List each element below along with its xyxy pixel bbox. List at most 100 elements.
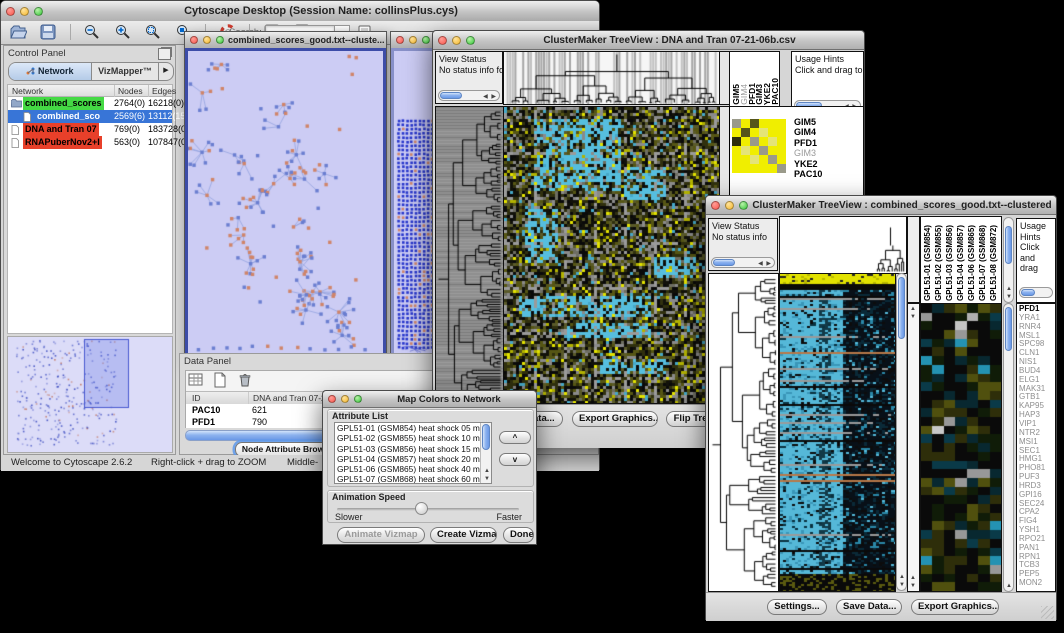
zoom-window-icon[interactable]: [739, 201, 748, 210]
close-icon[interactable]: [396, 36, 404, 44]
speed-slider-thumb[interactable]: [415, 502, 428, 515]
zoom-window-icon[interactable]: [216, 36, 224, 44]
vscroll-down[interactable]: ▲: [1006, 583, 1013, 589]
vscroll-up[interactable]: ▲: [484, 468, 491, 474]
close-icon[interactable]: [438, 36, 447, 45]
attribute-item[interactable]: GPL51-03 (GSM856) heat shock 15 min: [335, 444, 491, 454]
zoom-in-icon[interactable]: [114, 23, 132, 41]
float-panel-icon[interactable]: [158, 48, 171, 60]
tv1-global-heatmap[interactable]: [503, 106, 720, 404]
move-down-button[interactable]: v: [499, 453, 531, 466]
tv1-row-dendrogram[interactable]: [435, 106, 504, 404]
matrix-cell: [777, 137, 786, 146]
vscroll-thumb[interactable]: [1005, 307, 1012, 351]
tv1-zoom-heatmap[interactable]: [732, 119, 786, 173]
minimize-icon[interactable]: [452, 36, 461, 45]
zoom-out-icon[interactable]: [83, 23, 101, 41]
tab-overflow-button[interactable]: ▶: [159, 63, 173, 80]
vscroll-down[interactable]: ▼: [1006, 294, 1013, 300]
hscroll-thumb[interactable]: [440, 92, 462, 99]
minimize-icon[interactable]: [341, 395, 349, 403]
network-overview-canvas[interactable]: [8, 337, 172, 452]
tv1-column-dendrogram[interactable]: [503, 51, 720, 105]
hscroll-arrows[interactable]: ◀ ▶: [483, 93, 497, 100]
network-overview-panel[interactable]: [7, 336, 173, 453]
attribute-listbox[interactable]: GPL51-01 (GSM854) heat shock 05 minGPL51…: [334, 422, 492, 484]
network-list-row[interactable]: DNA and Tran 07769(0)183728(0): [8, 123, 172, 136]
attribute-item[interactable]: GPL51-01 (GSM854) heat shock 05 min: [335, 423, 491, 433]
zoom-selected-region-icon[interactable]: [144, 23, 162, 41]
export-graphics-button[interactable]: Export Graphics...: [911, 599, 999, 615]
animate-vizmap-button[interactable]: Animate Vizmap: [337, 527, 425, 543]
minimize-icon[interactable]: [20, 7, 29, 16]
zoom-window-icon[interactable]: [422, 36, 430, 44]
vscroll-up[interactable]: ▲: [1006, 286, 1013, 292]
close-icon[interactable]: [190, 36, 198, 44]
minimize-icon[interactable]: [203, 36, 211, 44]
close-icon[interactable]: [6, 7, 15, 16]
main-title-bar[interactable]: Cytoscape Desktop (Session Name: collins…: [1, 1, 599, 22]
tv2-column-labels: GPL51-01 (GSM854)GPL51-02 (GSM855)GPL51-…: [920, 216, 1002, 304]
network-list-row[interactable]: combined_scores2764(0)16218(0): [8, 97, 172, 110]
tab-network[interactable]: Network: [9, 63, 92, 80]
attribute-item[interactable]: GPL51-07 (GSM868) heat shock 60 min: [335, 474, 491, 484]
hscroll-thumb[interactable]: [713, 259, 735, 266]
zoom-up[interactable]: ▲: [910, 306, 917, 312]
create-vizmap-button[interactable]: Create Vizmap: [430, 527, 497, 543]
export-graphics-button[interactable]: Export Graphics...: [572, 411, 658, 427]
zoom-window-icon[interactable]: [466, 36, 475, 45]
treeview1-title-bar[interactable]: ClusterMaker TreeView : DNA and Tran 07-…: [433, 31, 864, 50]
attribute-table-icon[interactable]: [188, 372, 204, 388]
dialog-title-bar[interactable]: Map Colors to Network: [323, 391, 536, 408]
settings-button[interactable]: Settings...: [767, 599, 827, 615]
vscroll-up[interactable]: ▲: [899, 574, 906, 580]
tv2-column-dendrogram[interactable]: [779, 216, 907, 274]
done-button[interactable]: Done: [503, 527, 534, 543]
save-data-button[interactable]: Save Data...: [836, 599, 902, 615]
vscroll-down[interactable]: ▼: [899, 582, 906, 588]
minimize-icon[interactable]: [725, 201, 734, 210]
tv2-zoom-heatmap[interactable]: [920, 303, 1002, 592]
close-icon[interactable]: [328, 395, 336, 403]
hscroll-thumb[interactable]: [1021, 289, 1035, 296]
vscroll-thumb[interactable]: [482, 424, 490, 450]
tv2-genes-vscrollbar[interactable]: ▲: [1003, 303, 1014, 592]
resize-grip[interactable]: [1041, 606, 1054, 619]
zoom-window-icon[interactable]: [34, 7, 43, 16]
zoom-down[interactable]: ▼: [910, 314, 917, 320]
open-file-icon[interactable]: [9, 23, 27, 41]
vscroll-down[interactable]: ▼: [484, 476, 491, 482]
vscroll-thumb[interactable]: [1005, 226, 1012, 264]
move-up-button[interactable]: ^: [499, 431, 531, 444]
save-session-icon[interactable]: [39, 23, 57, 41]
network-list-row[interactable]: RNAPuberNov2+I563(0)107847(0): [8, 136, 172, 149]
tv1-usage-hints-line2: Click and drag to: [795, 65, 863, 75]
zoom-up2[interactable]: ▲: [910, 575, 917, 581]
attribute-item[interactable]: GPL51-02 (GSM855) heat shock 10 min: [335, 433, 491, 443]
tv2-row-dendrogram[interactable]: [708, 273, 779, 592]
network-canvas[interactable]: [188, 51, 383, 360]
treeview2-title-bar[interactable]: ClusterMaker TreeView : combined_scores_…: [706, 196, 1056, 215]
attribute-item[interactable]: GPL51-06 (GSM865) heat shock 40 min: [335, 464, 491, 474]
network-list-row[interactable]: combined_sco2569(6)13112(15): [8, 110, 172, 123]
network-canvas-2[interactable]: [396, 117, 436, 354]
speed-slider-track[interactable]: [337, 508, 519, 511]
attr-vscrollbar[interactable]: ▲ ▼: [480, 423, 491, 483]
new-attribute-icon[interactable]: [212, 372, 228, 388]
network-view-title-bar[interactable]: combined_scores_good.txt--cluste...: [185, 32, 386, 49]
close-icon[interactable]: [711, 201, 720, 210]
minimize-icon[interactable]: [409, 36, 417, 44]
hscroll-arrows[interactable]: ◀ ▶: [758, 260, 772, 267]
network-view-2-title-bar[interactable]: [391, 32, 437, 49]
network-name: combined_scores: [23, 97, 104, 110]
zoom-down2[interactable]: ▼: [910, 583, 917, 589]
tv2-labels-vscrollbar[interactable]: ▲ ▼: [1003, 217, 1014, 303]
tv2-global-heatmap[interactable]: [779, 273, 896, 592]
attribute-item[interactable]: GPL51-04 (GSM857) heat shock 20 min: [335, 454, 491, 464]
tv2-heatmap-vscrollbar[interactable]: ▲ ▼: [896, 273, 907, 591]
vscroll-thumb[interactable]: [898, 277, 905, 339]
delete-attribute-icon[interactable]: [237, 372, 253, 388]
tab-vizmapper[interactable]: VizMapper™: [92, 63, 159, 80]
tv2-usage-hints-panel: Usage Hints Click and drag: [1016, 218, 1056, 303]
zoom-window-icon[interactable]: [354, 395, 362, 403]
